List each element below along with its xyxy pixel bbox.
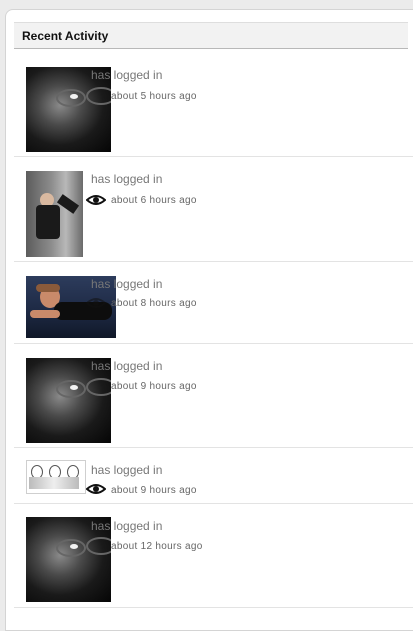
user-avatar[interactable] — [26, 460, 86, 494]
recent-activity-header: Recent Activity — [14, 22, 408, 49]
activity-time: about 9 hours ago — [111, 485, 197, 496]
leg-shape — [56, 194, 80, 214]
activity-row: has logged in about 9 hours ago — [14, 344, 413, 448]
activity-action: has logged in — [91, 172, 163, 186]
recent-activity-title: Recent Activity — [22, 29, 109, 43]
activity-time: about 12 hours ago — [111, 541, 203, 552]
activity-time: about 6 hours ago — [111, 195, 197, 206]
arm-shape — [30, 310, 60, 318]
glasses-glint — [70, 385, 78, 390]
activity-row: has logged in about 9 hours ago — [14, 448, 413, 504]
eye-icon[interactable] — [86, 297, 106, 309]
body-shape — [29, 477, 79, 489]
glasses-glint — [70, 94, 78, 99]
activity-row: has logged in about 12 hours ago — [14, 504, 413, 608]
glasses-shape — [86, 87, 111, 105]
activity-action: has logged in — [91, 277, 163, 291]
activity-row: has logged in about 6 hours ago — [14, 157, 413, 262]
activity-action: has logged in — [91, 519, 163, 533]
activity-action: has logged in — [91, 359, 163, 373]
glasses-shape — [86, 537, 111, 555]
eye-icon[interactable] — [86, 194, 106, 206]
activity-action: has logged in — [91, 68, 163, 82]
body-shape — [36, 205, 60, 239]
activity-time: about 9 hours ago — [111, 381, 197, 392]
activity-time: about 8 hours ago — [111, 298, 197, 309]
hair-shape — [36, 284, 60, 292]
activity-action: has logged in — [91, 463, 163, 477]
user-avatar[interactable] — [26, 171, 83, 257]
activity-time: about 5 hours ago — [111, 91, 197, 102]
glasses-glint — [70, 544, 78, 549]
activity-row: has logged in about 5 hours ago — [14, 58, 413, 157]
eye-icon[interactable] — [86, 483, 106, 495]
activity-row: has logged in about 8 hours ago — [14, 262, 413, 344]
glasses-shape — [86, 378, 111, 396]
